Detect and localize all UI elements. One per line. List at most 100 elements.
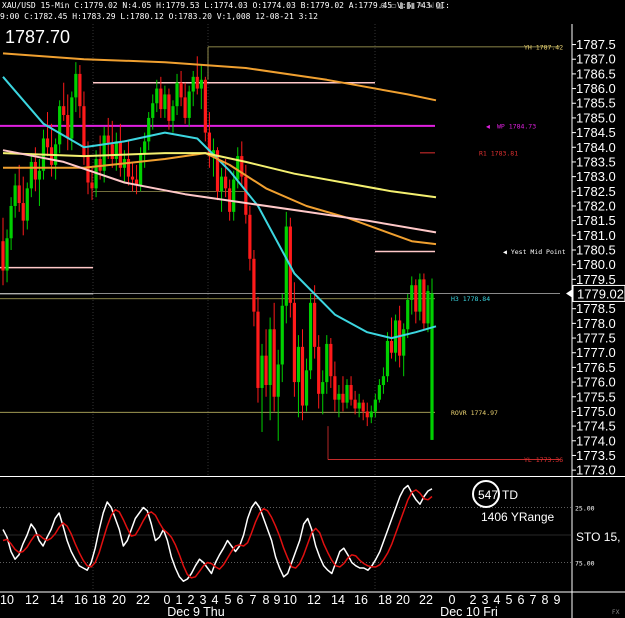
y-tick-label: 1786.0 xyxy=(576,81,616,96)
yrange-label: 1406 YRange xyxy=(481,510,555,524)
candle-body xyxy=(29,161,33,189)
x-tick-label: 16 xyxy=(354,593,368,607)
x-tick-label: 22 xyxy=(136,593,150,607)
y-tick-label: 1780.0 xyxy=(576,257,616,272)
candle-body xyxy=(296,346,301,383)
candle-body xyxy=(175,82,179,107)
candle-body xyxy=(252,258,256,312)
y-tick-label: 1775.5 xyxy=(576,389,616,404)
y-tick-label: 1786.5 xyxy=(576,66,616,81)
y-tick-label: 1774.0 xyxy=(576,433,616,448)
x-tick-label: 20 xyxy=(396,593,410,607)
candle-body xyxy=(219,176,224,192)
candle-body xyxy=(385,340,390,377)
candle-body xyxy=(264,355,268,386)
x-tick-label: 14 xyxy=(331,593,345,607)
x-tick-label: 8 xyxy=(263,593,270,607)
level-label-yl: YL 1773.36 xyxy=(524,456,563,464)
y-tick-label: 1781.0 xyxy=(576,228,616,243)
y-tick-label: 1776.0 xyxy=(576,375,616,390)
x-tick-label: 6 xyxy=(237,593,244,607)
x-tick-label: 6 xyxy=(518,593,525,607)
candle-body xyxy=(155,88,159,104)
current-price-label: 1779.02 xyxy=(577,286,624,301)
candle-body xyxy=(159,88,163,110)
candle-body xyxy=(248,214,252,259)
level-label-wp: WP 1784.73 xyxy=(497,122,536,130)
y-tick-label: 1783.0 xyxy=(576,169,616,184)
x-tick-label: 18 xyxy=(378,593,392,607)
x-tick-label: 12 xyxy=(25,593,39,607)
candle-body xyxy=(329,343,333,377)
candle-body xyxy=(325,343,329,383)
candle-body xyxy=(244,176,248,215)
x-tick-label: 5 xyxy=(506,593,513,607)
candle-body xyxy=(82,106,86,157)
candle-body xyxy=(402,329,406,356)
y-tick-label: 1781.5 xyxy=(576,213,616,228)
y-tick-label: 1787.5 xyxy=(576,37,616,52)
candle-body xyxy=(272,329,276,397)
candle-body xyxy=(167,94,171,121)
candle-body xyxy=(337,393,341,400)
x-tick-label: 12 xyxy=(307,593,321,607)
candle-body xyxy=(426,291,430,324)
candle-body xyxy=(126,159,131,177)
candle-body xyxy=(256,311,260,388)
candle-body xyxy=(179,82,183,98)
date-label: Dec 9 Thu xyxy=(167,605,224,618)
level-marker-wp: ◀ xyxy=(486,122,490,130)
candle-body xyxy=(414,285,418,312)
candle-body xyxy=(49,147,54,165)
y-tick-label: 1776.5 xyxy=(576,360,616,375)
candle-body xyxy=(203,79,207,133)
date-label: Dec 10 Fri xyxy=(440,605,498,618)
candle-body xyxy=(333,376,337,400)
candle-body xyxy=(5,238,9,271)
big-price: 1787.70 xyxy=(5,27,70,47)
x-tick-label: 20 xyxy=(112,593,126,607)
candle-body xyxy=(389,340,394,353)
candle-body xyxy=(381,376,386,386)
candle-body xyxy=(361,402,365,412)
candle-body xyxy=(418,279,422,312)
candle-body xyxy=(74,73,78,98)
candle-body xyxy=(373,399,377,412)
candle-body xyxy=(410,285,414,300)
y-tick-label: 1784.5 xyxy=(576,125,616,140)
candle-body xyxy=(345,385,349,403)
candle-body xyxy=(292,302,296,383)
candle-body xyxy=(13,185,17,206)
candle-body xyxy=(21,203,25,221)
candle-body xyxy=(268,329,272,386)
candle-body xyxy=(1,241,5,271)
x-tick-label: 8 xyxy=(542,593,549,607)
candle-body xyxy=(276,364,280,397)
candle-body xyxy=(90,182,94,189)
candle-body xyxy=(78,73,82,107)
y-tick-label: 1775.0 xyxy=(576,404,616,419)
candle-body xyxy=(300,346,305,406)
candle-body xyxy=(25,188,29,221)
fx-corner-mark: FX xyxy=(612,609,620,616)
candle-body xyxy=(260,355,264,388)
quote-subheader: 9:00 C:1782.45 H:1783.29 L:1780.12 O:178… xyxy=(0,12,318,21)
stoch-level-label: 25.00 xyxy=(575,505,595,513)
x-tick-label: 14 xyxy=(50,593,64,607)
candle-body xyxy=(369,411,373,418)
y-tick-label: 1778.5 xyxy=(576,301,616,316)
header-icons: ⊖ ▭ ▮ ▮▮ ✎ ⇲ ▤ xyxy=(380,1,444,10)
candle-body xyxy=(284,226,288,306)
level-label-yh: YH 1787.42 xyxy=(524,43,563,51)
candle-body xyxy=(353,399,357,409)
candle-body xyxy=(308,302,313,371)
candle-body xyxy=(151,103,155,118)
candle-body xyxy=(163,94,167,110)
candle-body xyxy=(313,302,317,347)
x-tick-label: 16 xyxy=(74,593,88,607)
candle-body xyxy=(321,382,325,394)
candle-body xyxy=(317,346,321,394)
candle-body xyxy=(98,159,102,171)
y-tick-label: 1777.5 xyxy=(576,331,616,346)
x-tick-label: 10 xyxy=(283,593,297,607)
